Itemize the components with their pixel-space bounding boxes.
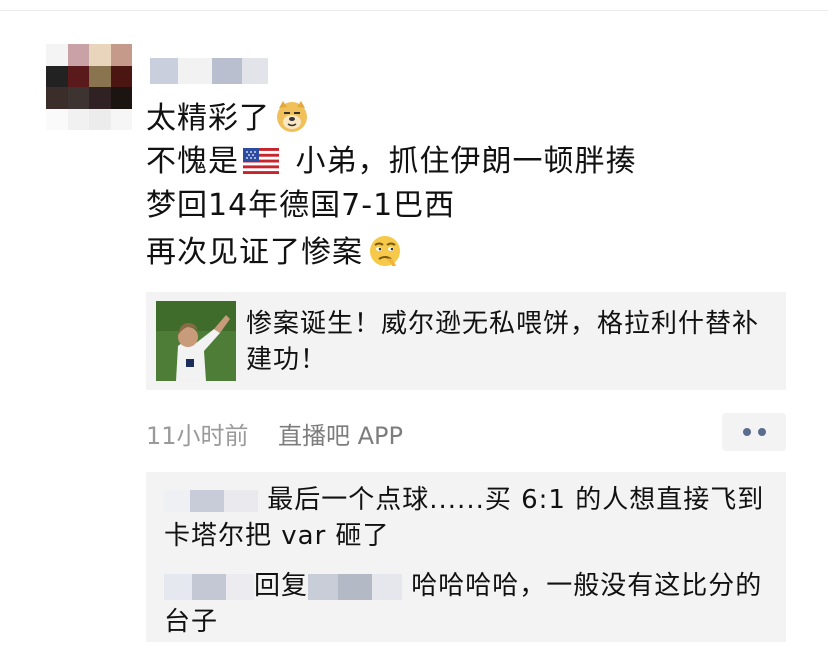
commenter-name-blurred[interactable] bbox=[164, 572, 254, 600]
post-timestamp: 11小时前 bbox=[146, 422, 249, 450]
avatar[interactable] bbox=[46, 44, 132, 130]
post-line-4: 再次见证了惨案 bbox=[146, 232, 403, 273]
post-text: 太精彩了 bbox=[146, 101, 270, 136]
more-actions-button[interactable] bbox=[722, 413, 786, 451]
reply-label: 回复 bbox=[254, 571, 309, 601]
comment-item[interactable]: 回复 哈哈哈哈，一般没有这比分的台子 bbox=[164, 568, 774, 640]
football-player-thumbnail bbox=[156, 301, 236, 381]
username-blurred[interactable] bbox=[150, 58, 268, 84]
comments-panel: 最后一个点球......买 6:1 的人想直接飞到卡塔尔把 var 砸了 回复 … bbox=[146, 472, 786, 642]
post-text: 再次见证了惨案 bbox=[146, 235, 363, 270]
post-text: 不愧是 bbox=[146, 144, 239, 179]
comment-item[interactable]: 最后一个点球......买 6:1 的人想直接飞到卡塔尔把 var 砸了 bbox=[164, 482, 774, 554]
top-divider bbox=[0, 10, 828, 11]
shared-link-card[interactable]: 惨案诞生！威尔逊无私喂饼，格拉利什替补建功！ bbox=[146, 292, 786, 390]
commenter-name-blurred[interactable] bbox=[164, 486, 258, 514]
dot-icon bbox=[742, 428, 751, 436]
us-flag-icon bbox=[243, 148, 279, 174]
post-line-2: 不愧是 小弟，抓住伊朗一顿胖揍 bbox=[146, 142, 637, 182]
post-text: 小弟，抓住伊朗一顿胖揍 bbox=[285, 144, 637, 179]
link-title: 惨案诞生！威尔逊无私喂饼，格拉利什替补建功！ bbox=[246, 309, 760, 375]
smirk-face-icon bbox=[370, 236, 400, 266]
reply-target-name-blurred[interactable] bbox=[308, 572, 403, 600]
doge-face-icon bbox=[277, 101, 307, 132]
post-line-3: 梦回14年德国7-1巴西 bbox=[146, 188, 456, 223]
link-thumbnail bbox=[156, 301, 236, 381]
post-source-link[interactable]: 直播吧 APP bbox=[278, 416, 403, 451]
post-line-1: 太精彩了 bbox=[146, 98, 310, 139]
dot-icon bbox=[757, 428, 766, 436]
